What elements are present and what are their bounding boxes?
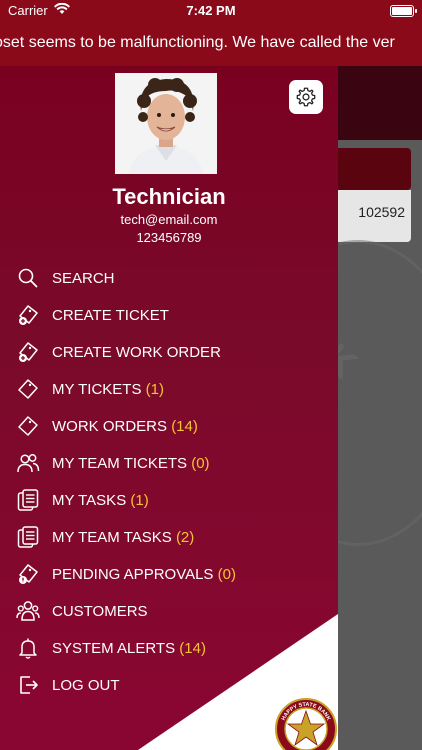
menu-item-count: (1) xyxy=(130,492,149,509)
team-icon xyxy=(16,451,40,475)
customers-icon xyxy=(16,599,40,623)
ticket-icon xyxy=(16,377,40,401)
menu-item-count: (14) xyxy=(179,640,206,657)
menu-item-label: SYSTEM ALERTS xyxy=(52,640,176,657)
menu-item-label: MY TASKS xyxy=(52,492,127,509)
menu-item-count: (2) xyxy=(175,529,195,546)
background-header xyxy=(330,66,422,140)
tasks-icon xyxy=(16,488,40,512)
side-drawer: Technician tech@email.com 123456789 SEAR… xyxy=(0,66,338,750)
avatar[interactable] xyxy=(115,73,217,174)
menu-item-work-orders[interactable]: WORK ORDERS (14) xyxy=(0,408,338,445)
tasks-icon xyxy=(16,525,40,549)
menu-item-label: CREATE TICKET xyxy=(52,307,169,324)
ticket-icon xyxy=(16,414,40,438)
bank-logo: HAPPY STATE BANK xyxy=(275,698,337,750)
menu-item-pending-approvals[interactable]: PENDING APPROVALS (0) xyxy=(0,556,338,593)
battery-icon xyxy=(390,5,417,17)
menu-item-label: WORK ORDERS xyxy=(52,418,168,435)
menu-item-my-tickets[interactable]: MY TICKETS (1) xyxy=(0,371,338,408)
menu-item-system-alerts[interactable]: SYSTEM ALERTS (14) xyxy=(0,630,338,667)
menu-item-label: SEARCH xyxy=(52,270,115,287)
menu-item-my-team-tickets[interactable]: MY TEAM TICKETS (0) xyxy=(0,445,338,482)
ticket-alert-icon xyxy=(16,562,40,586)
menu-item-label: CUSTOMERS xyxy=(52,603,148,620)
logout-icon xyxy=(16,673,40,697)
settings-button[interactable] xyxy=(289,80,323,114)
menu-item-label: CREATE WORK ORDER xyxy=(52,344,221,361)
gear-icon xyxy=(296,87,316,107)
menu-item-label: MY TICKETS xyxy=(52,381,142,398)
menu-item-create-work-order[interactable]: CREATE WORK ORDER xyxy=(0,334,338,371)
menu-item-count: (1) xyxy=(145,381,164,398)
user-email: tech@email.com xyxy=(120,212,218,227)
search-icon xyxy=(16,266,40,290)
user-name: Technician xyxy=(112,184,226,209)
clock: 7:42 PM xyxy=(186,3,236,18)
ticket-add-icon xyxy=(16,340,40,364)
menu-item-my-tasks[interactable]: MY TASKS (1) xyxy=(0,482,338,519)
announcement-banner[interactable]: oset seems to be malfunctioning. We have… xyxy=(0,22,422,66)
menu-item-customers[interactable]: CUSTOMERS xyxy=(0,593,338,630)
menu-item-my-team-tasks[interactable]: MY TEAM TASKS (2) xyxy=(0,519,338,556)
ticket-add-icon xyxy=(16,303,40,327)
menu-item-label: LOG OUT xyxy=(52,677,120,694)
banner-text: oset seems to be malfunctioning. We have… xyxy=(0,34,395,51)
menu-item-count: (0) xyxy=(217,566,236,583)
bell-icon xyxy=(16,636,40,660)
menu-item-create-ticket[interactable]: CREATE TICKET xyxy=(0,297,338,334)
status-bar: Carrier 7:42 PM xyxy=(0,0,422,22)
ticket-number: 102592 xyxy=(358,204,405,220)
menu-item-count: (14) xyxy=(171,418,198,435)
user-id: 123456789 xyxy=(136,230,202,245)
menu-item-search[interactable]: SEARCH xyxy=(0,260,338,297)
menu-item-count: (0) xyxy=(191,455,210,472)
menu-item-label: PENDING APPROVALS xyxy=(52,566,214,583)
menu-item-label: MY TEAM TASKS xyxy=(52,529,172,546)
menu-item-label: MY TEAM TICKETS xyxy=(52,455,188,472)
